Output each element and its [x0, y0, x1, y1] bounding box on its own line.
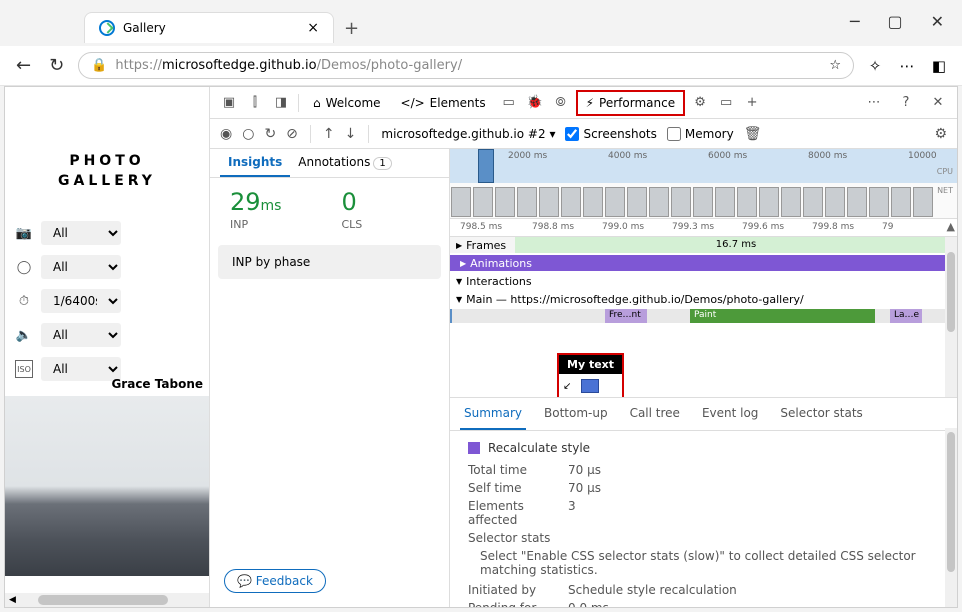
- back-button[interactable]: ←: [12, 51, 35, 80]
- close-devtools-icon[interactable]: ✕: [927, 95, 949, 110]
- gear-boxed-icon[interactable]: ⚙: [689, 95, 711, 110]
- download-icon[interactable]: ↓: [345, 126, 357, 142]
- site-title: PHOTO GALLERY: [5, 152, 209, 191]
- timeline-overview[interactable]: 2000 ms 4000 ms 6000 ms 8000 ms 10000 CP…: [450, 149, 957, 219]
- performance-toolbar: ◉ ○ ↻ ⊘ ↑ ↓ microsoftedge.github.io #2 ▾…: [210, 119, 957, 149]
- favorite-icon[interactable]: ☆: [829, 58, 841, 73]
- tab-close-icon[interactable]: ×: [307, 20, 319, 36]
- upload-icon[interactable]: ↑: [323, 126, 335, 142]
- aperture-filter[interactable]: All: [41, 255, 121, 279]
- reload-icon[interactable]: ↻: [264, 126, 276, 142]
- annotation-tooltip[interactable]: My text ↙: [557, 353, 624, 397]
- event-color-icon: [468, 442, 480, 454]
- vertical-scrollbar[interactable]: [945, 237, 957, 397]
- record-icon[interactable]: ◉: [220, 126, 232, 142]
- filmstrip: [450, 186, 957, 218]
- edge-favicon-icon: [99, 20, 115, 36]
- camera-icon: 📷: [15, 224, 33, 242]
- selected-event-name: Recalculate style: [468, 441, 939, 455]
- frame-bar[interactable]: 16.7 ms: [515, 237, 957, 253]
- shutter-filter[interactable]: 1/6400s: [41, 289, 121, 313]
- target-selector[interactable]: microsoftedge.github.io #2 ▾: [381, 127, 555, 141]
- main-track[interactable]: ▼Main — https://microsoftedge.github.io/…: [450, 291, 810, 308]
- frames-track[interactable]: ▶Frames: [450, 237, 512, 254]
- trash-icon[interactable]: 🗑: [744, 126, 762, 142]
- address-bar[interactable]: 🔒 https://microsoftedge.github.io/Demos/…: [78, 52, 854, 79]
- details-scrollbar[interactable]: [945, 428, 957, 607]
- interactions-track[interactable]: ▼Interactions: [450, 273, 538, 290]
- memory-checkbox[interactable]: Memory: [667, 127, 734, 141]
- cls-metric: 0 CLS: [341, 188, 362, 231]
- animations-track[interactable]: ▶Animations: [454, 255, 538, 272]
- extensions-icon[interactable]: ✧: [864, 57, 886, 75]
- iso-icon: ISO: [15, 360, 33, 378]
- tab-elements[interactable]: </>Elements: [393, 92, 494, 114]
- lock-icon: 🔒: [91, 58, 107, 73]
- horizontal-scrollbar[interactable]: ◀: [5, 593, 209, 607]
- browser-tab[interactable]: Gallery ×: [84, 12, 334, 43]
- inspect-icon[interactable]: ▣: [218, 95, 240, 110]
- screenshots-checkbox[interactable]: Screenshots: [565, 127, 656, 141]
- bug-icon[interactable]: 🐞: [524, 95, 546, 110]
- url-text: https://microsoftedge.github.io/Demos/ph…: [115, 58, 462, 73]
- detail-ruler: 798.5 ms 798.8 ms 799.0 ms 799.3 ms 799.…: [450, 219, 957, 237]
- page-content: PHOTO GALLERY 📷 All ◯ All ⏱ 1/6400s 🔈 All IS…: [5, 87, 210, 607]
- console-icon[interactable]: ▭: [498, 95, 520, 110]
- iso-filter[interactable]: All: [41, 357, 121, 381]
- tab-summary[interactable]: Summary: [460, 398, 526, 430]
- more-icon[interactable]: ⋯: [863, 95, 885, 110]
- browser-tab-title: Gallery: [123, 21, 299, 35]
- tab-annotations[interactable]: Annotations1: [290, 149, 399, 177]
- devtools-panel: ▣ ⫿ ◨ ⌂Welcome </>Elements ▭ 🐞 ⦾ ⚡Perfor…: [210, 87, 957, 607]
- event-bar[interactable]: Paint: [690, 309, 875, 323]
- inp-metric: 29ms INP: [230, 188, 281, 231]
- device-icon[interactable]: ⫿: [244, 95, 266, 110]
- split-screen-icon[interactable]: ◧: [928, 57, 950, 75]
- window-icon[interactable]: ▭: [715, 95, 737, 110]
- tab-welcome[interactable]: ⌂Welcome: [305, 92, 389, 114]
- shutter-icon: ⏱: [15, 292, 33, 310]
- event-swatch-icon: [581, 379, 599, 393]
- tab-selector-stats[interactable]: Selector stats: [776, 398, 866, 430]
- window-maximize[interactable]: ▢: [887, 12, 902, 31]
- tab-insights[interactable]: Insights: [220, 149, 290, 177]
- tooltip-text: My text: [559, 355, 622, 374]
- author-name: Grace Tabone: [111, 377, 203, 391]
- timeline-panel: 2000 ms 4000 ms 6000 ms 8000 ms 10000 CP…: [450, 149, 957, 607]
- clear-icon[interactable]: ⊘: [286, 126, 298, 142]
- refresh-button[interactable]: ↻: [45, 51, 68, 80]
- code-icon: </>: [401, 96, 425, 110]
- add-tab-icon[interactable]: +: [741, 95, 763, 110]
- aperture-icon: ◯: [15, 258, 33, 276]
- feedback-button[interactable]: 💬 Feedback: [224, 569, 326, 593]
- gallery-photo: [5, 396, 209, 576]
- details-panel: Summary Bottom-up Call tree Event log Se…: [450, 397, 957, 607]
- selector-stats-msg: Select "Enable CSS selector stats (slow)…: [480, 549, 939, 577]
- devtools-tab-bar: ▣ ⫿ ◨ ⌂Welcome </>Elements ▭ 🐞 ⦾ ⚡Perfor…: [210, 87, 957, 119]
- event-bar[interactable]: Fre…nt: [605, 309, 647, 323]
- settings-gear-icon[interactable]: ⚙: [934, 126, 947, 142]
- performance-icon: ⚡: [586, 96, 594, 110]
- tab-bottomup[interactable]: Bottom-up: [540, 398, 612, 430]
- tab-eventlog[interactable]: Event log: [698, 398, 762, 430]
- insights-panel: Insights Annotations1 29ms INP 0 CLS INP…: [210, 149, 450, 607]
- menu-icon[interactable]: ⋯: [896, 57, 918, 75]
- wifi-icon[interactable]: ⦾: [550, 95, 572, 110]
- event-bar[interactable]: La…e: [890, 309, 922, 323]
- record-circle-icon[interactable]: ○: [242, 126, 254, 142]
- new-tab-button[interactable]: +: [344, 18, 359, 39]
- help-icon[interactable]: ?: [895, 95, 917, 110]
- window-minimize[interactable]: ─: [850, 12, 860, 31]
- flame-chart[interactable]: ▶Frames 16.7 ms ▶Animations ▼Interaction…: [450, 237, 957, 397]
- home-icon: ⌂: [313, 96, 321, 110]
- panel-icon[interactable]: ◨: [270, 95, 292, 110]
- audio-filter[interactable]: All: [41, 323, 121, 347]
- inp-by-phase[interactable]: INP by phase: [218, 245, 441, 279]
- tab-calltree[interactable]: Call tree: [626, 398, 684, 430]
- window-close[interactable]: ✕: [931, 12, 944, 31]
- tab-performance[interactable]: ⚡Performance: [576, 90, 685, 116]
- audio-icon: 🔈: [15, 326, 33, 344]
- camera-filter[interactable]: All: [41, 221, 121, 245]
